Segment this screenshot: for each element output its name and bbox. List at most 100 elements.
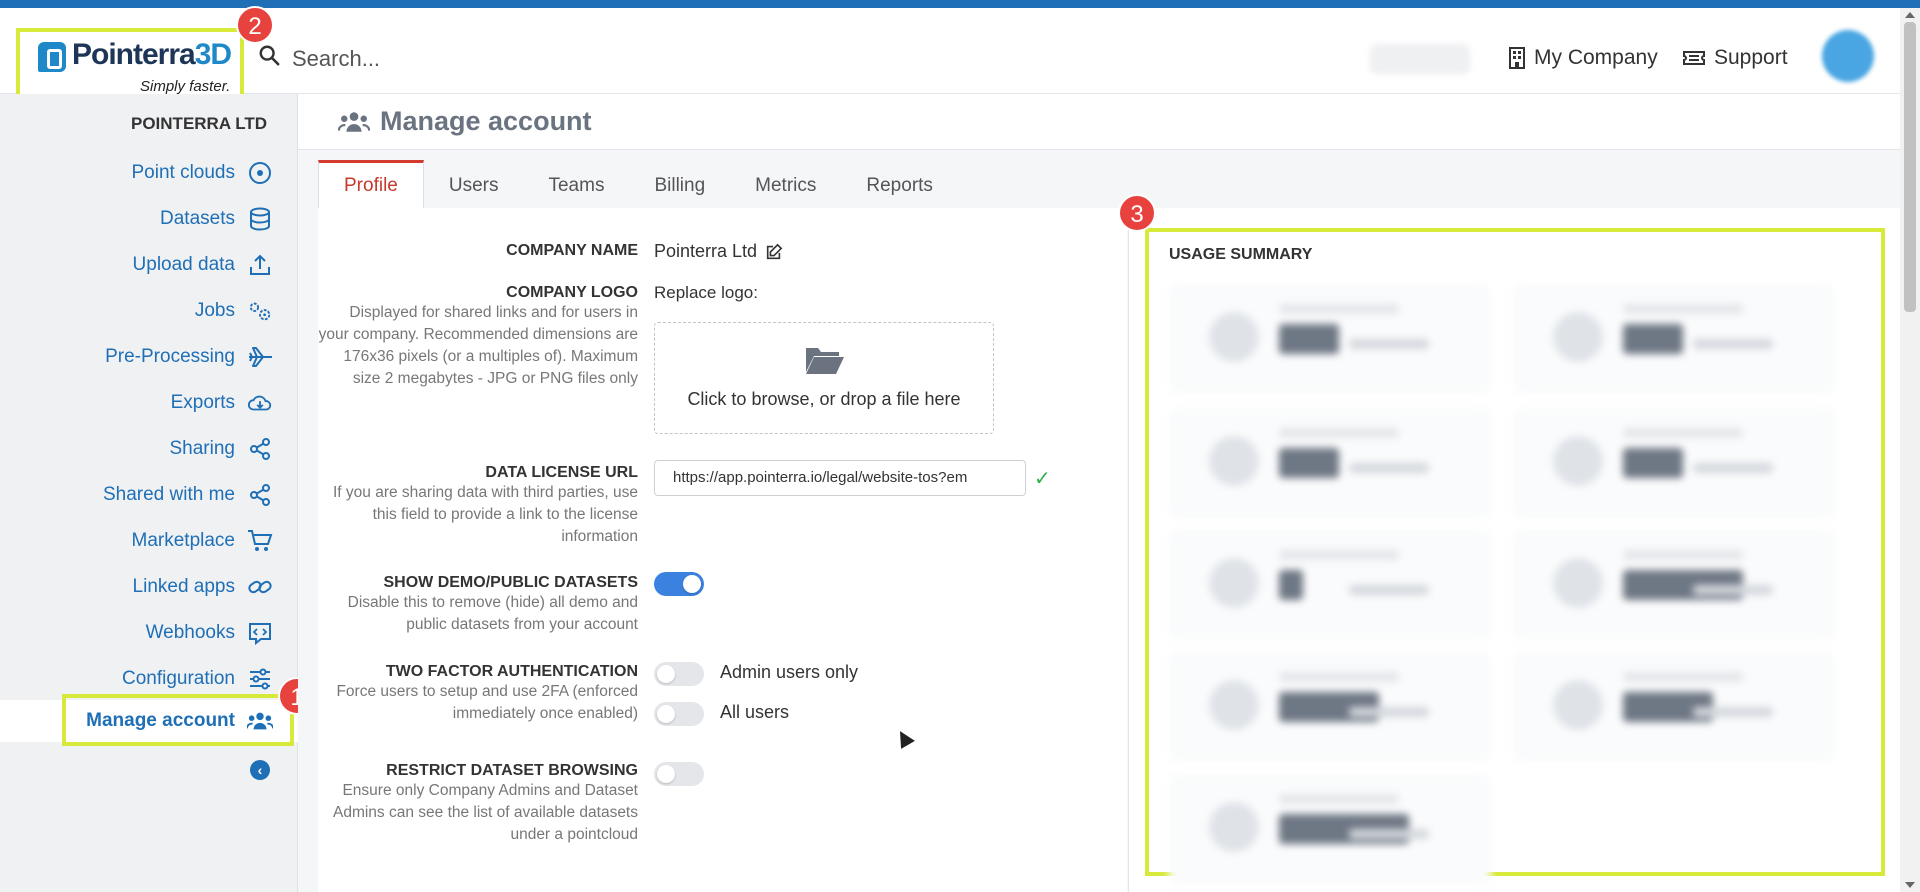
sidebar-item-label: Configuration xyxy=(121,668,235,689)
logo-text: Pointerra3D xyxy=(72,38,232,71)
database-icon xyxy=(247,206,273,232)
org-name: POINTERRA LTD xyxy=(131,114,267,133)
restrict-label-block: RESTRICT DATASET BROWSING Ensure only Co… xyxy=(318,762,638,846)
tab-billing[interactable]: Billing xyxy=(629,160,730,208)
company-name-label-block: COMPANY NAME xyxy=(318,242,638,260)
my-company-link[interactable]: My Company xyxy=(1508,46,1658,70)
admin-nav-item[interactable] xyxy=(1370,44,1470,74)
my-company-label: My Company xyxy=(1534,46,1658,69)
page-title-text: Manage account xyxy=(380,106,592,136)
dropzone-text: Click to browse, or drop a file here xyxy=(687,389,961,409)
restrict-toggle[interactable] xyxy=(654,762,704,786)
usage-card xyxy=(1169,774,1491,884)
usage-card xyxy=(1169,530,1491,640)
sidebar-item-label: Upload data xyxy=(132,254,235,275)
page-header: Manage account xyxy=(298,94,1900,150)
support-link[interactable]: Support xyxy=(1682,46,1788,70)
usage-card xyxy=(1513,284,1835,394)
annotation-badge-3: 3 xyxy=(1118,194,1156,232)
sidebar-item-label: Point clouds xyxy=(131,162,235,183)
restrict-label: RESTRICT DATASET BROWSING xyxy=(386,762,638,779)
restrict-desc: Ensure only Company Admins and Dataset A… xyxy=(332,782,638,843)
ticket-icon xyxy=(1683,51,1705,65)
company-logo-label: COMPANY LOGO xyxy=(506,284,638,301)
twofa-admin-toggle[interactable] xyxy=(654,662,704,686)
sidebar-item-exports[interactable]: Exports xyxy=(171,388,273,418)
sidebar-item-label: Jobs xyxy=(194,300,235,321)
plane-icon xyxy=(247,344,273,370)
sidebar-item-shared-with-me[interactable]: Shared with me xyxy=(103,480,273,510)
search-icon[interactable] xyxy=(258,44,280,66)
app-header: Pointerra3D Simply faster. Search... My … xyxy=(0,8,1900,102)
tab-teams[interactable]: Teams xyxy=(523,160,629,208)
link-icon xyxy=(247,574,273,600)
building-icon xyxy=(1509,47,1525,69)
sidebar-item-label: Pre-Processing xyxy=(105,346,235,367)
usage-card xyxy=(1513,408,1835,518)
sidebar-item-point-clouds[interactable]: Point clouds xyxy=(131,158,273,188)
sidebar: POINTERRA LTD Point clouds Datasets Uplo… xyxy=(0,94,298,892)
tab-users[interactable]: Users xyxy=(424,160,524,208)
tab-profile[interactable]: Profile xyxy=(318,160,424,208)
logo-dropzone[interactable]: Click to browse, or drop a file here xyxy=(654,322,994,434)
usage-card xyxy=(1169,408,1491,518)
scroll-thumb[interactable] xyxy=(1904,22,1916,312)
upload-icon xyxy=(247,252,273,278)
company-logo-label-block: COMPANY LOGO Displayed for shared links … xyxy=(318,284,638,390)
annotation-badge-2: 2 xyxy=(236,6,274,44)
search-input[interactable]: Search... xyxy=(292,46,380,72)
cart-icon xyxy=(247,528,273,554)
demo-datasets-label: SHOW DEMO/PUBLIC DATASETS xyxy=(383,574,638,591)
check-icon: ✓ xyxy=(1034,468,1051,490)
sidebar-item-pre-processing[interactable]: Pre-Processing xyxy=(105,342,273,372)
share-icon xyxy=(247,482,273,508)
logo-mark-icon xyxy=(38,42,66,72)
target-icon xyxy=(247,160,273,186)
usage-summary-panel: USAGE SUMMARY xyxy=(1128,208,1900,892)
twofa-all-label: All users xyxy=(720,702,790,722)
usage-card xyxy=(1169,652,1491,762)
gears-icon xyxy=(247,298,273,324)
profile-panel: COMPANY NAME Pointerra Ltd COMPANY LOGO … xyxy=(318,208,1127,892)
sidebar-item-label: Exports xyxy=(170,392,235,413)
sidebar-item-label: Webhooks xyxy=(145,622,235,643)
data-license-label-block: DATA LICENSE URL If you are sharing data… xyxy=(318,464,638,548)
folder-open-icon xyxy=(806,348,844,374)
usage-card xyxy=(1513,652,1835,762)
sidebar-item-linked-apps[interactable]: Linked apps xyxy=(133,572,273,602)
sidebar-item-configuration[interactable]: Configuration xyxy=(122,664,273,694)
code-icon xyxy=(247,620,273,646)
usage-summary-title: USAGE SUMMARY xyxy=(1169,246,1313,263)
sidebar-item-marketplace[interactable]: Marketplace xyxy=(132,526,274,556)
top-accent-bar xyxy=(0,0,1920,8)
sidebar-item-webhooks[interactable]: Webhooks xyxy=(146,618,273,648)
sidebar-item-upload-data[interactable]: Upload data xyxy=(133,250,273,280)
sidebar-item-jobs[interactable]: Jobs xyxy=(195,296,273,326)
scroll-down-arrow-icon[interactable] xyxy=(1905,882,1915,888)
logo[interactable]: Pointerra3D Simply faster. xyxy=(16,28,244,102)
sidebar-item-label: Sharing xyxy=(169,438,236,459)
scroll-up-arrow-icon[interactable] xyxy=(1905,12,1915,18)
collapse-sidebar-icon[interactable]: ‹ xyxy=(250,760,270,780)
company-name-value-row: Pointerra Ltd xyxy=(654,241,783,262)
demo-datasets-toggle[interactable] xyxy=(654,572,704,596)
sidebar-item-sharing[interactable]: Sharing xyxy=(170,434,274,464)
twofa-label: TWO FACTOR AUTHENTICATION xyxy=(385,663,638,680)
sidebar-item-label: Datasets xyxy=(160,208,235,229)
tab-metrics[interactable]: Metrics xyxy=(730,160,841,208)
share-icon xyxy=(247,436,273,462)
edit-icon[interactable] xyxy=(765,243,783,261)
tab-reports[interactable]: Reports xyxy=(841,160,958,208)
page-scrollbar[interactable] xyxy=(1900,8,1920,892)
demo-datasets-desc: Disable this to remove (hide) all demo a… xyxy=(347,594,638,633)
usage-card xyxy=(1169,284,1491,394)
company-name-label: COMPANY NAME xyxy=(506,242,638,259)
twofa-desc: Force users to setup and use 2FA (enforc… xyxy=(336,683,638,722)
data-license-url-input[interactable]: https://app.pointerra.io/legal/website-t… xyxy=(654,460,1026,496)
sidebar-item-datasets[interactable]: Datasets xyxy=(160,204,273,234)
twofa-all-toggle[interactable] xyxy=(654,702,704,726)
sidebar-item-label: Marketplace xyxy=(131,530,236,551)
data-license-label: DATA LICENSE URL xyxy=(485,464,638,481)
user-avatar[interactable] xyxy=(1822,30,1874,82)
sidebar-item-label: Linked apps xyxy=(132,576,235,597)
